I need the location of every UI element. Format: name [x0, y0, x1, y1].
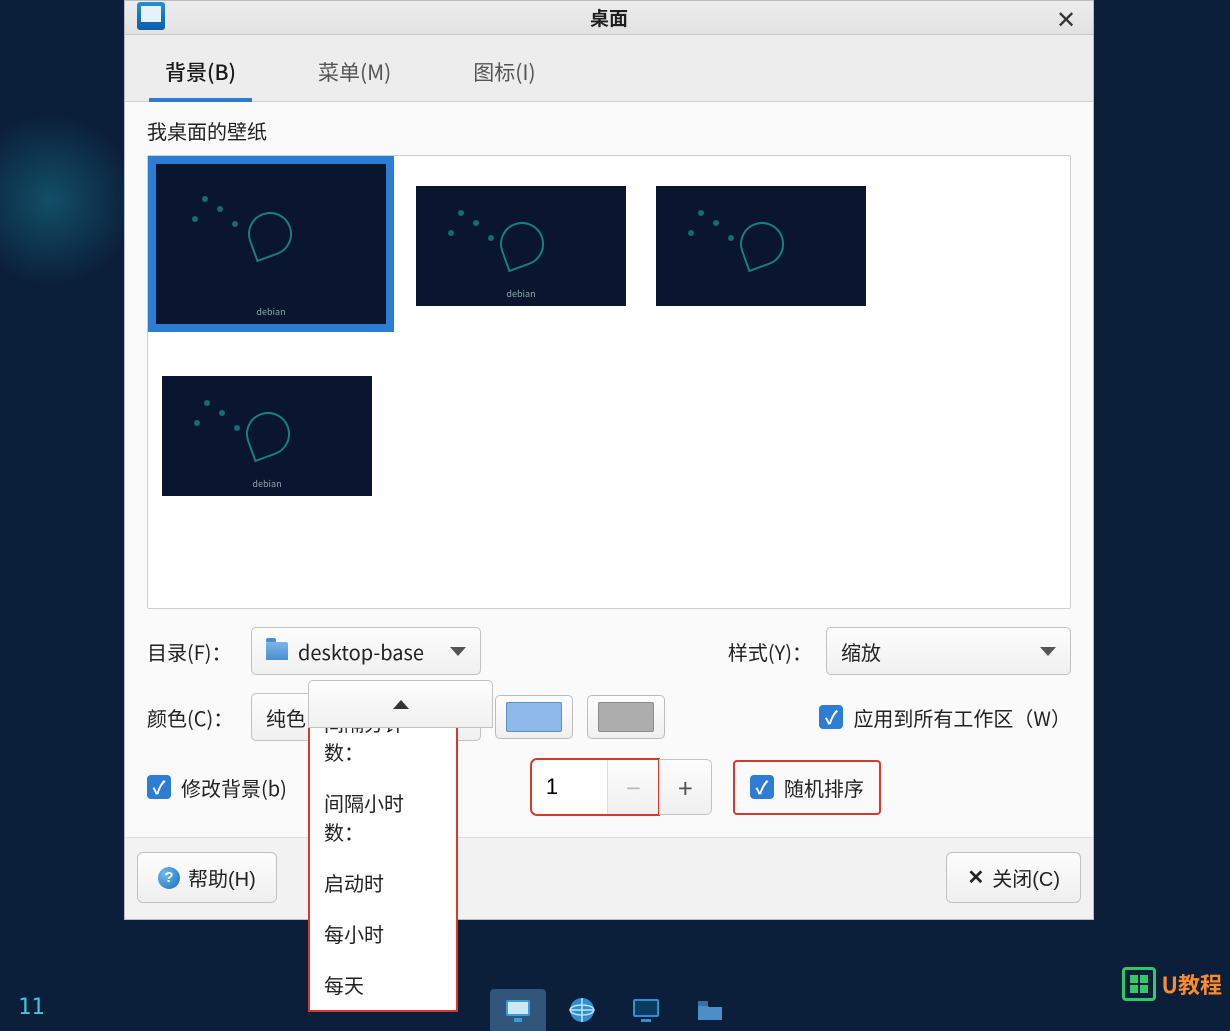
checkbox-checked-icon: ✓: [750, 775, 774, 799]
style-value: 缩放: [841, 637, 1030, 666]
dropdown-item[interactable]: 每天: [310, 959, 456, 1010]
style-combo[interactable]: 缩放: [826, 627, 1071, 675]
close-label: 关闭(C): [992, 863, 1060, 892]
chevron-down-icon: [1040, 647, 1056, 656]
row-color: 颜色(C)： 纯色 ✓ 应用到所有工作区（W）: [147, 693, 1071, 741]
checkbox-checked-icon: ✓: [147, 775, 171, 799]
taskbar-app-browser[interactable]: [554, 989, 610, 1031]
dialog-footer: ? 帮助(H) ✕ 关闭(C): [125, 837, 1093, 919]
random-order-checkbox[interactable]: ✓ 随机排序: [734, 761, 880, 814]
tab-menu[interactable]: 菜单(M): [302, 45, 407, 101]
directory-value: desktop-base: [298, 637, 440, 666]
row-directory-style: 目录(F)： desktop-base 样式(Y)： 缩放: [147, 627, 1071, 675]
decrement-button[interactable]: −: [607, 760, 659, 814]
folder-icon: [266, 642, 288, 660]
apply-all-label: 应用到所有工作区（W）: [853, 703, 1071, 732]
interval-value-input[interactable]: [532, 760, 607, 814]
close-icon[interactable]: ✕: [1051, 0, 1081, 35]
tab-bar: 背景(B) 菜单(M) 图标(I): [125, 35, 1093, 102]
tab-background[interactable]: 背景(B): [149, 45, 252, 101]
chevron-down-icon: [450, 647, 466, 656]
wallpaper-thumb[interactable]: debian: [416, 186, 626, 306]
watermark: U教程: [1122, 967, 1222, 1001]
taskbar-apps: [490, 989, 738, 1031]
close-x-icon: ✕: [967, 865, 984, 890]
taskbar-clock: 11: [18, 995, 45, 1020]
dropdown-item[interactable]: 启动时: [310, 857, 456, 908]
dropdown-item[interactable]: 间隔小时数：: [310, 777, 456, 857]
help-label: 帮助(H): [188, 863, 256, 892]
interval-spinner-plus: +: [659, 759, 712, 815]
watermark-icon: [1122, 967, 1156, 1001]
increment-button[interactable]: +: [659, 760, 711, 814]
taskbar-app-monitor[interactable]: [618, 989, 674, 1031]
wallpaper-section-label: 我桌面的壁纸: [147, 116, 1071, 145]
color-label: 颜色(C)：: [147, 703, 237, 732]
tab-content: 我桌面的壁纸 debian debian debian 目录(F)： deskt…: [125, 102, 1093, 837]
help-icon: ?: [158, 867, 180, 889]
color-swatch-secondary[interactable]: [587, 695, 665, 739]
tab-icon[interactable]: 图标(I): [457, 45, 551, 101]
wallpaper-thumb[interactable]: debian: [162, 376, 372, 496]
swatch-color: [506, 702, 562, 732]
chevron-up-icon: [393, 700, 409, 709]
change-background-checkbox[interactable]: ✓ 修改背景(b): [147, 773, 287, 802]
change-bg-label: 修改背景(b): [181, 773, 287, 802]
apply-all-workspaces-checkbox[interactable]: ✓ 应用到所有工作区（W）: [819, 703, 1071, 732]
wallpaper-thumb[interactable]: [656, 186, 866, 306]
swatch-color: [598, 702, 654, 732]
checkbox-checked-icon: ✓: [819, 705, 843, 729]
close-button[interactable]: ✕ 关闭(C): [946, 852, 1081, 903]
taskbar: 11: [0, 983, 1230, 1031]
app-icon: [137, 2, 165, 30]
taskbar-app-desktop-settings[interactable]: [490, 989, 546, 1031]
taskbar-app-files[interactable]: [682, 989, 738, 1031]
style-label: 样式(Y)：: [728, 637, 812, 666]
directory-label: 目录(F)：: [147, 637, 237, 666]
interval-dropdown-menu: 间隔分钟数： 间隔小时数： 启动时 每小时 每天: [308, 697, 458, 1012]
wallpaper-thumb[interactable]: debian: [156, 164, 386, 324]
window-title: 桌面: [590, 4, 628, 31]
wallpaper-list[interactable]: debian debian debian: [147, 155, 1071, 609]
help-button[interactable]: ? 帮助(H): [137, 852, 277, 903]
dropdown-item[interactable]: 每小时: [310, 908, 456, 959]
desktop-settings-dialog: 桌面 ✕ 背景(B) 菜单(M) 图标(I) 我桌面的壁纸 debian deb…: [124, 0, 1094, 920]
random-label: 随机排序: [784, 773, 864, 802]
color-swatch-primary[interactable]: [495, 695, 573, 739]
watermark-text: U教程: [1162, 968, 1222, 1000]
interval-spinner: −: [531, 759, 659, 815]
titlebar[interactable]: 桌面 ✕: [125, 1, 1093, 35]
row-change-bg: ✓ 修改背景(b) − + ✓ 随机排序: [147, 759, 1071, 815]
interval-dropdown-button[interactable]: [308, 680, 493, 728]
directory-combo[interactable]: desktop-base: [251, 627, 481, 675]
